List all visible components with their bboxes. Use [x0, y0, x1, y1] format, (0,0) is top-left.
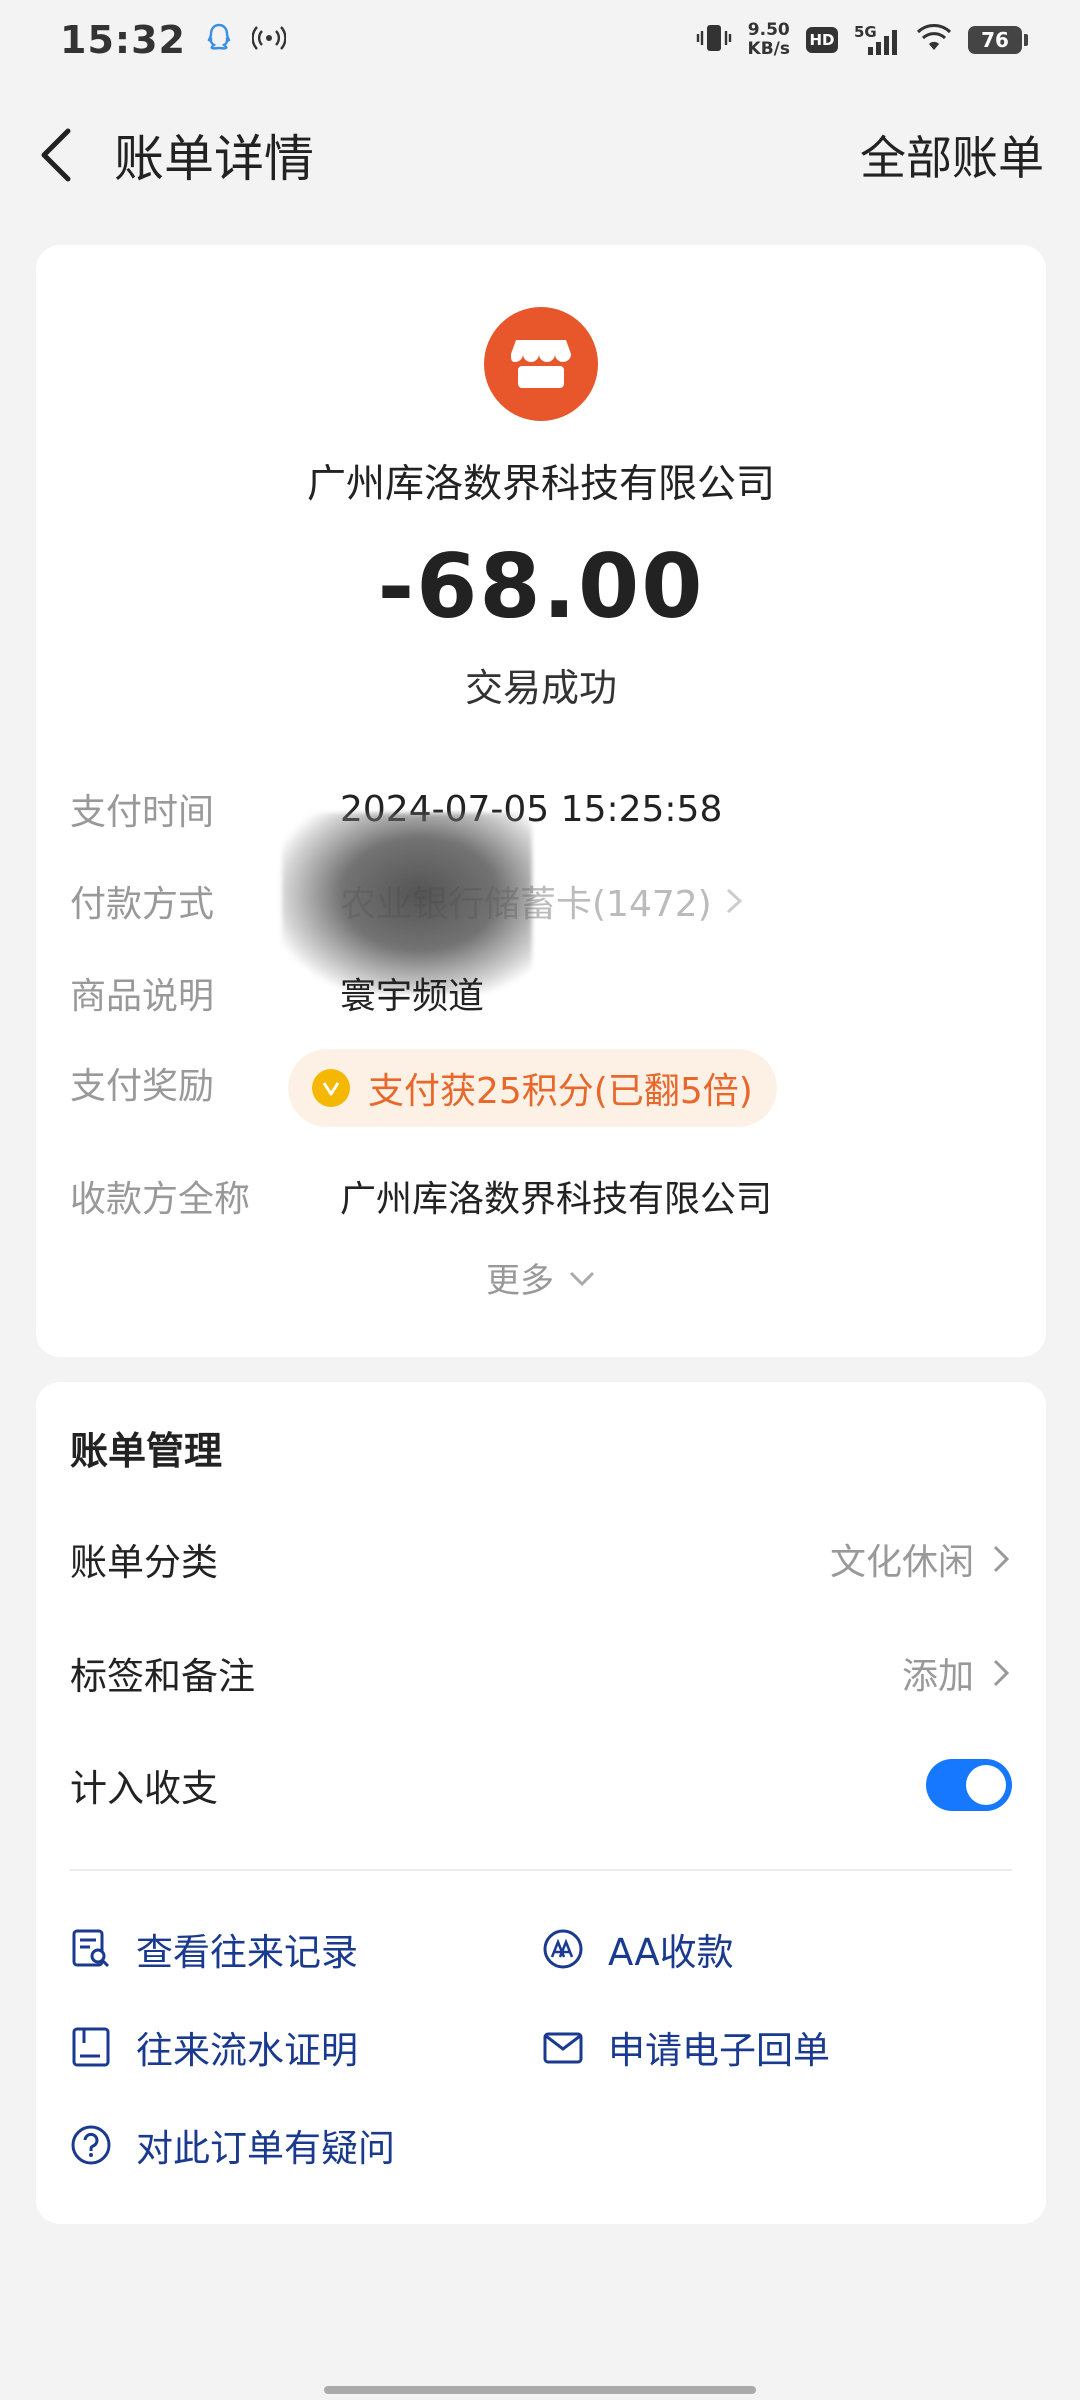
order-question-action[interactable]: 对此订单有疑问: [70, 2118, 395, 2172]
count-in-toggle[interactable]: [926, 1759, 1012, 1811]
aa-icon: [543, 1929, 583, 1969]
privacy-scribble: [282, 813, 532, 993]
detail-label: 商品说明: [70, 976, 215, 1017]
wifi-icon: [916, 23, 952, 57]
e-receipt-action[interactable]: 申请电子回单: [542, 2020, 830, 2074]
setting-value: 文化休闲: [830, 1533, 1012, 1585]
count-in-row: 计入收支: [70, 1758, 1012, 1812]
record-search-icon: [72, 1929, 110, 1968]
detail-row-payee: 收款方全称 广州库洛数界科技有限公司: [70, 1170, 1010, 1222]
detail-label: 收款方全称: [70, 1179, 251, 1220]
statement-proof-action[interactable]: 往来流水证明: [70, 2020, 358, 2074]
transaction-status: 交易成功: [464, 666, 617, 710]
setting-label: 计入收支: [70, 1767, 218, 1810]
detail-row-product: 商品说明 寰宇频道: [70, 967, 1010, 1019]
status-time: 15:32: [60, 18, 186, 62]
vibrate-icon: [696, 22, 732, 58]
all-bills-link[interactable]: 全部账单: [860, 122, 1044, 188]
nfc-icon: [251, 24, 287, 56]
transaction-amount: -68.00: [377, 535, 705, 638]
aa-collect-action[interactable]: AA收款: [542, 1922, 734, 1976]
chevron-right-icon: [993, 1659, 1010, 1687]
bill-category-row[interactable]: 账单分类 文化休闲: [70, 1532, 1012, 1586]
status-bar: 15:32 9.50 KB/s HD 5G 76: [0, 0, 1080, 80]
mail-icon: [543, 2032, 583, 2064]
nav-left: 账单详情: [36, 115, 314, 195]
chevron-right-icon: [993, 1545, 1010, 1573]
net-speed: 9.50 KB/s: [747, 20, 790, 59]
merchant-name: 广州库洛数界科技有限公司: [306, 462, 775, 507]
question-icon: [71, 2125, 111, 2165]
bill-management-card: 账单管理 账单分类 文化休闲 标签和备注 添加 计入收支 查看往来记录 AA收款…: [36, 1382, 1046, 2224]
more-button[interactable]: 更多: [36, 1253, 1046, 1302]
divider: [70, 1869, 1012, 1871]
qq-icon: [206, 23, 232, 57]
statement-icon: [72, 2027, 110, 2067]
status-right: 9.50 KB/s HD 5G 76: [696, 20, 1028, 59]
hd-badge: HD: [806, 27, 838, 53]
status-left: 15:32: [60, 18, 287, 62]
detail-value: 寰宇频道: [340, 976, 485, 1017]
chevron-down-icon: [569, 1271, 595, 1286]
transaction-card: 广州库洛数界科技有限公司 -68.00 交易成功 支付时间 2024-07-05…: [36, 245, 1046, 1357]
detail-row-pay-time: 支付时间 2024-07-05 15:25:58: [70, 783, 1010, 835]
battery-indicator: 76: [968, 26, 1028, 54]
signal-icon: 5G: [854, 23, 900, 57]
setting-label: 标签和备注: [70, 1655, 255, 1698]
chevron-left-icon: [41, 128, 71, 182]
detail-value: 广州库洛数界科技有限公司: [340, 1179, 773, 1220]
chevron-right-icon: [726, 888, 742, 914]
detail-row-reward: 支付奖励 支付获25积分(已翻5倍): [70, 1049, 1010, 1127]
setting-value: 添加: [902, 1647, 1012, 1699]
reward-pill[interactable]: 支付获25积分(已翻5倍): [288, 1049, 777, 1127]
view-records-action[interactable]: 查看往来记录: [70, 1922, 358, 1976]
points-badge-icon: [312, 1069, 350, 1107]
tags-notes-row[interactable]: 标签和备注 添加: [70, 1646, 1012, 1700]
setting-label: 账单分类: [70, 1541, 218, 1584]
back-button[interactable]: [36, 115, 106, 195]
page-title: 账单详情: [114, 130, 314, 188]
section-title: 账单管理: [70, 1429, 223, 1473]
reward-text: 支付获25积分(已翻5倍): [368, 1071, 753, 1112]
nav-bar: 账单详情 全部账单: [0, 105, 1080, 205]
detail-row-payment-method[interactable]: 付款方式 农业银行储蓄卡(1472): [70, 875, 1010, 927]
merchant-store-icon: [484, 307, 598, 421]
home-indicator[interactable]: [324, 2386, 756, 2394]
